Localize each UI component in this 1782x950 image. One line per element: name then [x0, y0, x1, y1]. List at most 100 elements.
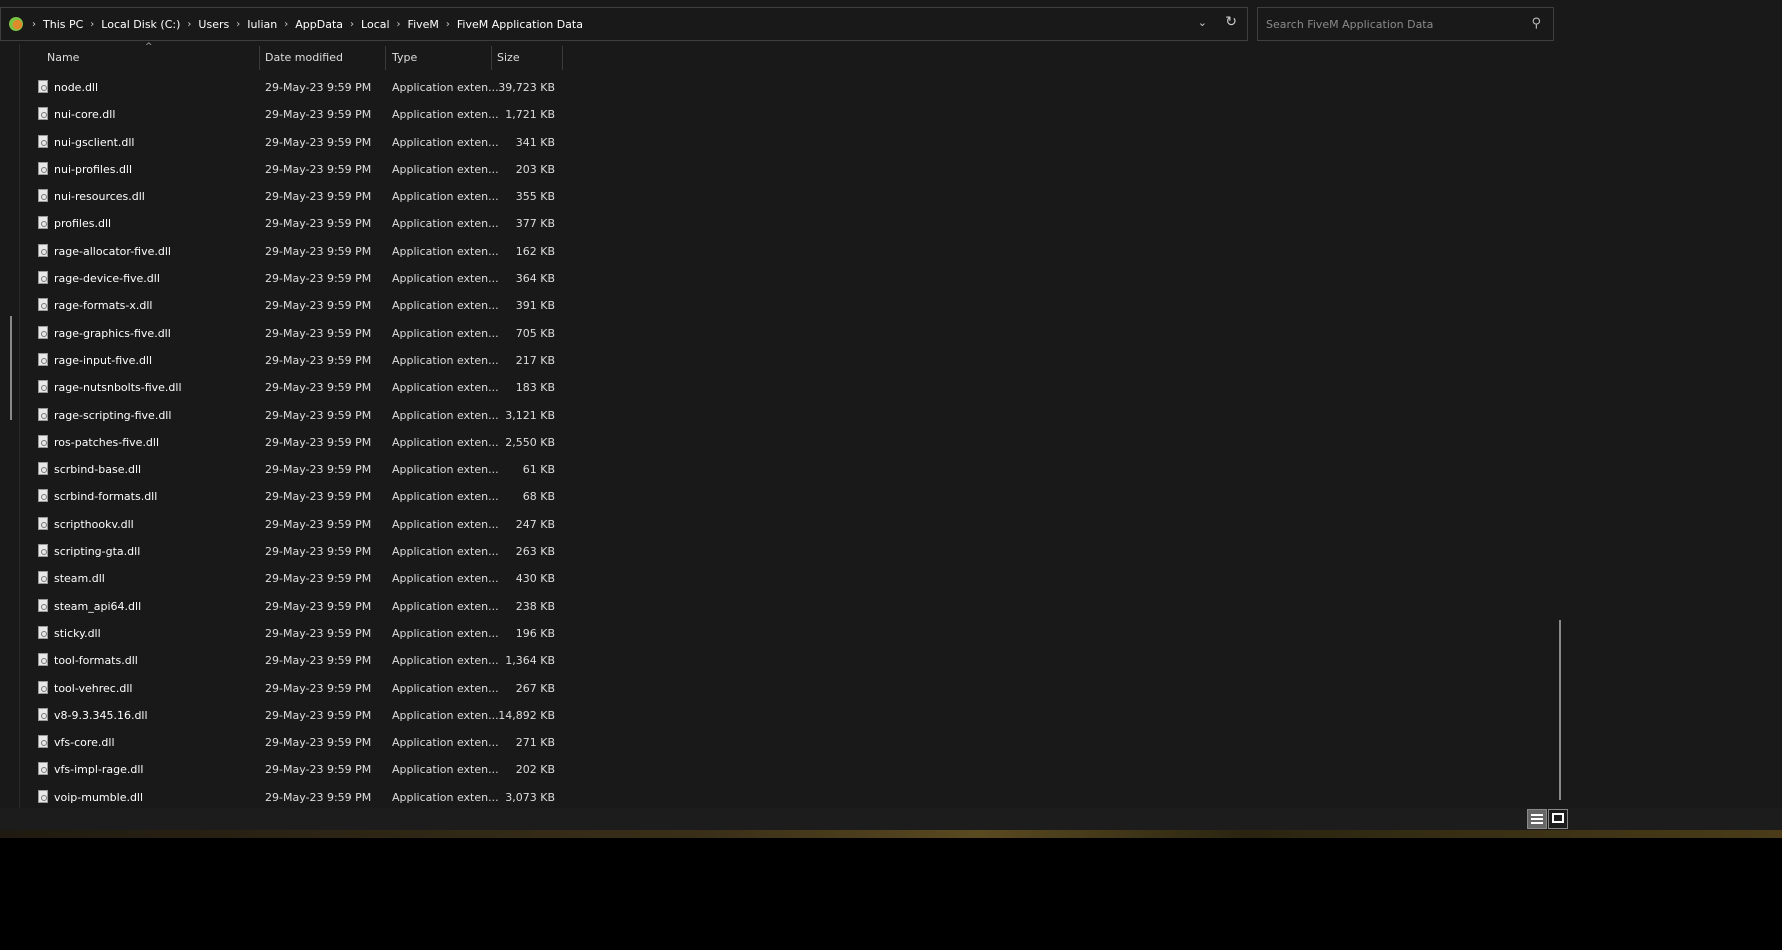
file-name: nui-gsclient.dll [54, 135, 135, 149]
file-row[interactable]: steam_api64.dll 29-May-23 9:59 PM Applic… [20, 593, 580, 620]
file-row[interactable]: nui-gsclient.dll 29-May-23 9:59 PM Appli… [20, 129, 580, 156]
file-type: Application exten... [392, 599, 499, 613]
file-name: sticky.dll [54, 626, 101, 640]
file-row[interactable]: nui-profiles.dll 29-May-23 9:59 PM Appli… [20, 156, 580, 183]
address-bar[interactable]: › This PC › Local Disk (C:) › Users › Iulian › Ap… [0, 7, 1248, 41]
column-divider[interactable] [562, 46, 563, 70]
breadcrumb-item[interactable]: AppData [295, 18, 343, 31]
search-input[interactable]: Search FiveM Application Data ⚲ [1257, 7, 1554, 41]
file-size: 61 KB [522, 463, 555, 477]
file-row[interactable]: scrbind-base.dll 29-May-23 9:59 PM Appli… [20, 456, 580, 483]
dll-file-icon [38, 189, 48, 203]
file-row[interactable]: scrbind-formats.dll 29-May-23 9:59 PM Ap… [20, 483, 580, 510]
file-name: steam.dll [54, 572, 105, 586]
breadcrumb-item[interactable]: This PC [43, 18, 83, 31]
breadcrumb-chevron-icon[interactable]: › [32, 19, 36, 30]
file-date: 29-May-23 9:59 PM [265, 681, 372, 695]
breadcrumb-chevron-icon[interactable]: › [187, 19, 191, 30]
column-header-name[interactable]: Name [47, 51, 79, 64]
file-row[interactable]: rage-device-five.dll 29-May-23 9:59 PM A… [20, 265, 580, 292]
file-size: 1,721 KB [505, 108, 555, 122]
column-header-type[interactable]: Type [392, 51, 417, 64]
file-row[interactable]: voip-mumble.dll 29-May-23 9:59 PM Applic… [20, 784, 580, 811]
file-type: Application exten... [392, 463, 499, 477]
column-divider[interactable] [385, 46, 386, 70]
file-type: Application exten... [392, 763, 499, 777]
details-view-button[interactable] [1527, 809, 1547, 829]
file-list-scrollbar[interactable] [1559, 620, 1561, 800]
dll-file-icon [38, 271, 48, 285]
file-list: node.dll 29-May-23 9:59 PM Application e… [20, 74, 580, 811]
chevron-down-icon[interactable]: ⌄ [1198, 16, 1207, 29]
file-type: Application exten... [392, 272, 499, 286]
breadcrumb-item[interactable]: Users [198, 18, 229, 31]
file-row[interactable]: vfs-core.dll 29-May-23 9:59 PM Applicati… [20, 729, 580, 756]
search-placeholder: Search FiveM Application Data [1266, 17, 1434, 31]
file-row[interactable]: tool-formats.dll 29-May-23 9:59 PM Appli… [20, 647, 580, 674]
file-row[interactable]: nui-resources.dll 29-May-23 9:59 PM Appl… [20, 183, 580, 210]
file-row[interactable]: nui-core.dll 29-May-23 9:59 PM Applicati… [20, 101, 580, 128]
file-type: Application exten... [392, 545, 499, 559]
file-type: Application exten... [392, 681, 499, 695]
file-type: Application exten... [392, 626, 499, 640]
file-row[interactable]: tool-vehrec.dll 29-May-23 9:59 PM Applic… [20, 675, 580, 702]
file-row[interactable]: rage-allocator-five.dll 29-May-23 9:59 P… [20, 238, 580, 265]
file-date: 29-May-23 9:59 PM [265, 708, 372, 722]
file-row[interactable]: steam.dll 29-May-23 9:59 PM Application … [20, 565, 580, 592]
file-type: Application exten... [392, 517, 499, 531]
file-size: 238 KB [515, 599, 555, 613]
file-row[interactable]: node.dll 29-May-23 9:59 PM Application e… [20, 74, 580, 101]
refresh-icon[interactable]: ↻ [1225, 14, 1237, 30]
breadcrumb-item[interactable]: Iulian [247, 18, 277, 31]
nav-scrollbar[interactable] [10, 316, 12, 420]
file-date: 29-May-23 9:59 PM [265, 299, 372, 313]
file-name: ros-patches-five.dll [54, 435, 160, 449]
file-date: 29-May-23 9:59 PM [265, 435, 372, 449]
breadcrumb-item[interactable]: Local [361, 18, 390, 31]
file-size: 247 KB [515, 517, 555, 531]
breadcrumb-chevron-icon[interactable]: › [236, 19, 240, 30]
column-header-date[interactable]: Date modified [265, 51, 343, 64]
dll-file-icon [38, 489, 48, 503]
breadcrumb-item[interactable]: Local Disk (C:) [101, 18, 180, 31]
file-row[interactable]: scripting-gta.dll 29-May-23 9:59 PM Appl… [20, 538, 580, 565]
breadcrumb-chevron-icon[interactable]: › [397, 19, 401, 30]
status-bar [0, 808, 1782, 830]
large-icons-view-button[interactable] [1548, 809, 1568, 829]
breadcrumb-chevron-icon[interactable]: › [90, 19, 94, 30]
file-size: 430 KB [515, 572, 555, 586]
file-type: Application exten... [392, 490, 499, 504]
dll-file-icon [38, 380, 48, 394]
file-date: 29-May-23 9:59 PM [265, 599, 372, 613]
file-size: 705 KB [515, 326, 555, 340]
file-date: 29-May-23 9:59 PM [265, 108, 372, 122]
file-row[interactable]: profiles.dll 29-May-23 9:59 PM Applicati… [20, 210, 580, 237]
column-divider[interactable] [259, 46, 260, 70]
breadcrumb-chevron-icon[interactable]: › [446, 19, 450, 30]
navigation-pane[interactable] [0, 44, 20, 808]
file-row[interactable]: scripthookv.dll 29-May-23 9:59 PM Applic… [20, 511, 580, 538]
column-divider[interactable] [491, 46, 492, 70]
file-name: rage-formats-x.dll [54, 299, 153, 313]
file-size: 355 KB [515, 190, 555, 204]
breadcrumb-item[interactable]: FiveM [408, 18, 439, 31]
file-row[interactable]: rage-graphics-five.dll 29-May-23 9:59 PM… [20, 320, 580, 347]
file-row[interactable]: vfs-impl-rage.dll 29-May-23 9:59 PM Appl… [20, 756, 580, 783]
file-row[interactable]: rage-nutsnbolts-five.dll 29-May-23 9:59 … [20, 374, 580, 401]
search-icon[interactable]: ⚲ [1531, 16, 1541, 31]
file-row[interactable]: rage-formats-x.dll 29-May-23 9:59 PM App… [20, 292, 580, 319]
breadcrumb-item[interactable]: FiveM Application Data [457, 18, 583, 31]
sort-ascending-icon: ^ [145, 42, 153, 52]
file-row[interactable]: v8-9.3.345.16.dll 29-May-23 9:59 PM Appl… [20, 702, 580, 729]
file-row[interactable]: rage-input-five.dll 29-May-23 9:59 PM Ap… [20, 347, 580, 374]
file-type: Application exten... [392, 299, 499, 313]
file-row[interactable]: rage-scripting-five.dll 29-May-23 9:59 P… [20, 402, 580, 429]
column-header-size[interactable]: Size [497, 51, 520, 64]
breadcrumb-chevron-icon[interactable]: › [284, 19, 288, 30]
file-name: scrbind-base.dll [54, 463, 142, 477]
breadcrumb-chevron-icon[interactable]: › [350, 19, 354, 30]
file-row[interactable]: sticky.dll 29-May-23 9:59 PM Application… [20, 620, 580, 647]
file-row[interactable]: ros-patches-five.dll 29-May-23 9:59 PM A… [20, 429, 580, 456]
dll-file-icon [38, 434, 48, 448]
dll-file-icon [38, 243, 48, 257]
